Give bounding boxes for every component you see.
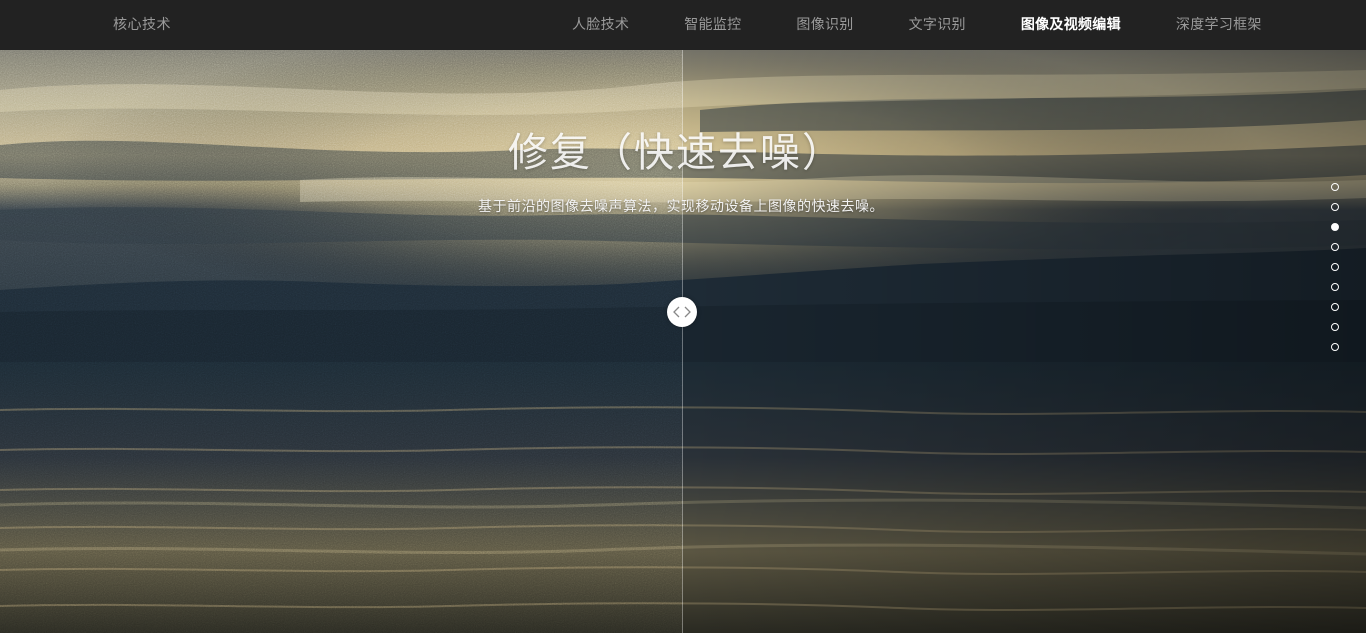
pagination-dot[interactable] bbox=[1331, 243, 1339, 251]
nav-item-face[interactable]: 人脸技术 bbox=[572, 0, 629, 50]
pagination-dot[interactable] bbox=[1331, 323, 1339, 331]
nav-item-text-recognition[interactable]: 文字识别 bbox=[909, 0, 966, 50]
pagination-dot[interactable] bbox=[1331, 223, 1339, 231]
pagination-dot[interactable] bbox=[1331, 303, 1339, 311]
chevron-left-right-icon bbox=[673, 306, 691, 318]
slide-pagination bbox=[1331, 183, 1339, 351]
main-nav: 人脸技术 智能监控 图像识别 文字识别 图像及视频编辑 深度学习框架 bbox=[572, 0, 1262, 50]
pagination-dot[interactable] bbox=[1331, 263, 1339, 271]
hero-title: 修复（快速去噪） bbox=[508, 130, 844, 176]
pagination-dot[interactable] bbox=[1331, 283, 1339, 291]
pagination-dot[interactable] bbox=[1331, 343, 1339, 351]
nav-item-deep-learning[interactable]: 深度学习框架 bbox=[1176, 0, 1262, 50]
comparison-handle[interactable] bbox=[667, 297, 697, 327]
hero-subtitle: 基于前沿的图像去噪声算法，实现移动设备上图像的快速去噪。 bbox=[478, 199, 884, 215]
pagination-dot[interactable] bbox=[1331, 203, 1339, 211]
top-nav-bar: 核心技术 人脸技术 智能监控 图像识别 文字识别 图像及视频编辑 深度学习框架 bbox=[0, 0, 1366, 50]
hero-comparison: 修复（快速去噪） 基于前沿的图像去噪声算法，实现移动设备上图像的快速去噪。 bbox=[0, 50, 1366, 633]
nav-item-monitoring[interactable]: 智能监控 bbox=[684, 0, 741, 50]
pagination-dot[interactable] bbox=[1331, 183, 1339, 191]
nav-item-image-recognition[interactable]: 图像识别 bbox=[796, 0, 853, 50]
nav-item-image-video-editing[interactable]: 图像及视频编辑 bbox=[1021, 0, 1121, 50]
brand-title[interactable]: 核心技术 bbox=[113, 0, 171, 50]
